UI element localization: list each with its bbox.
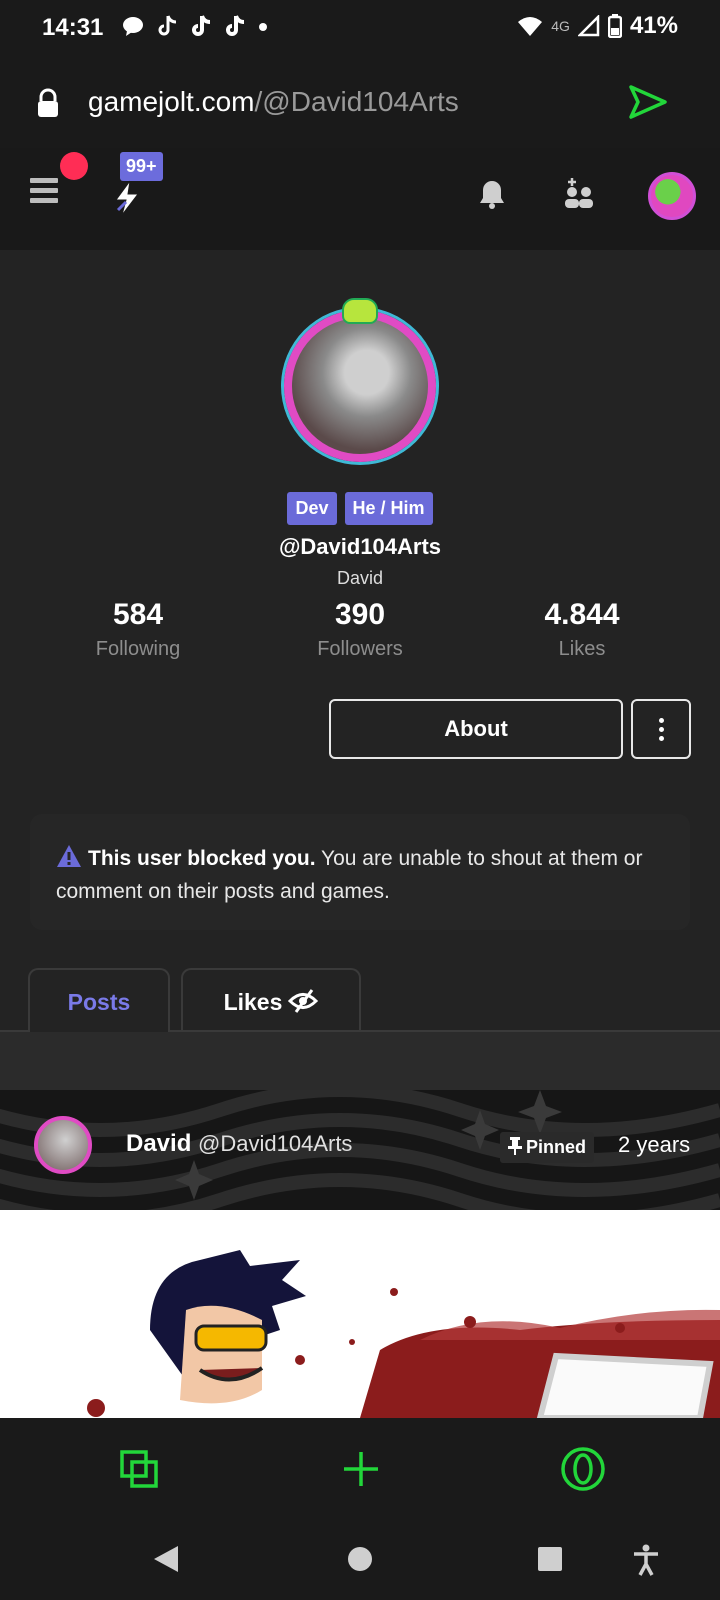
warning-icon	[57, 845, 81, 867]
send-icon[interactable]	[628, 84, 668, 120]
tiktok-icon	[158, 15, 177, 36]
recents-icon[interactable]	[536, 1544, 564, 1574]
tag-pronouns: He / Him	[344, 492, 433, 525]
tab-label: Posts	[67, 989, 131, 1015]
stat-following[interactable]: 584 Following	[28, 598, 248, 661]
profile-tags: Dev He / Him	[0, 492, 720, 525]
stat-value: 584	[112, 598, 164, 631]
accessibility-icon[interactable]	[632, 1544, 660, 1576]
stat-likes[interactable]: 4.844 Likes	[472, 598, 692, 661]
stat-value: 4.844	[544, 598, 620, 631]
network-type: 4G	[551, 18, 570, 34]
home-icon[interactable]	[346, 1544, 374, 1574]
post-author-handle: @David104Arts	[198, 1131, 353, 1156]
menu-icon[interactable]	[30, 178, 58, 208]
stat-label: Likes	[558, 638, 606, 660]
tab-posts[interactable]: Posts	[28, 968, 170, 1034]
post-header[interactable]: David @David104Arts Pinned 2 years	[0, 1090, 720, 1210]
profile-handle: @David104Arts	[278, 534, 442, 559]
opera-menu-icon[interactable]	[560, 1446, 606, 1492]
tab-likes[interactable]: Likes	[181, 968, 361, 1034]
post-time-ago: 2 years	[618, 1132, 691, 1157]
blocked-title: This user blocked you.	[88, 847, 316, 870]
about-button[interactable]: About	[329, 699, 623, 759]
post-header-background	[0, 1090, 720, 1210]
friends-icon[interactable]	[562, 178, 596, 210]
quest-badge[interactable]: 99+	[120, 152, 163, 181]
more-options-button[interactable]	[631, 699, 691, 759]
tiktok-icon	[226, 15, 245, 36]
pinned-badge: Pinned	[500, 1132, 595, 1163]
wifi-icon	[518, 17, 543, 36]
avatar-frame-decoration	[342, 298, 378, 324]
tab-label: Likes	[223, 989, 283, 1015]
stat-label: Following	[95, 638, 181, 660]
stat-followers[interactable]: 390 Followers	[250, 598, 470, 661]
tabs-icon[interactable]	[120, 1450, 158, 1488]
post-author-name: David	[126, 1130, 192, 1157]
chat-bubble-icon	[123, 17, 143, 36]
bell-icon[interactable]	[478, 178, 506, 210]
url-text[interactable]: gamejolt.com/@David104Arts	[88, 86, 459, 118]
pin-icon	[508, 1137, 522, 1155]
pinned-label: Pinned	[526, 1137, 587, 1157]
post-author-avatar[interactable]	[34, 1116, 92, 1174]
status-time: 14:31	[42, 14, 104, 41]
system-nav-bar	[0, 1520, 720, 1600]
status-right: 4G 41%	[517, 12, 678, 40]
dot-icon	[259, 23, 267, 31]
url-host: gamejolt.com	[88, 86, 255, 117]
notification-dot	[60, 152, 88, 180]
signal-icon	[577, 15, 600, 37]
post-image[interactable]	[0, 1210, 720, 1418]
post-artwork	[87, 1250, 720, 1418]
profile-section: Dev He / Him @David104Arts David 584 Fol…	[0, 250, 720, 1090]
new-tab-icon[interactable]	[342, 1450, 380, 1488]
tiktok-icon	[192, 15, 211, 36]
profile-tabs: Posts Likes	[0, 968, 720, 1034]
app-header: 99+	[0, 148, 720, 250]
url-path: /@David104Arts	[254, 86, 459, 117]
battery-percent: 41%	[629, 12, 678, 39]
blocked-notice: This user blocked you. You are unable to…	[30, 814, 690, 930]
post-author[interactable]: David @David104Arts	[126, 1130, 352, 1158]
profile-avatar	[284, 310, 436, 462]
lock-icon	[38, 88, 58, 117]
browser-bottom-bar	[0, 1418, 720, 1520]
browser-url-bar[interactable]: gamejolt.com/@David104Arts	[0, 56, 720, 148]
profile-display-name: David	[336, 568, 384, 588]
stat-label: Followers	[317, 638, 403, 660]
back-icon[interactable]	[152, 1544, 180, 1574]
feed-spacer	[0, 1032, 720, 1090]
lightning-icon[interactable]	[112, 180, 142, 216]
tag-dev: Dev	[287, 492, 337, 525]
stat-value: 390	[334, 598, 386, 631]
notification-icons	[122, 14, 268, 38]
status-bar: 14:31 4G 41%	[0, 0, 720, 56]
eye-off-icon	[288, 989, 319, 1013]
user-avatar[interactable]	[648, 172, 696, 220]
battery-icon	[607, 14, 622, 38]
